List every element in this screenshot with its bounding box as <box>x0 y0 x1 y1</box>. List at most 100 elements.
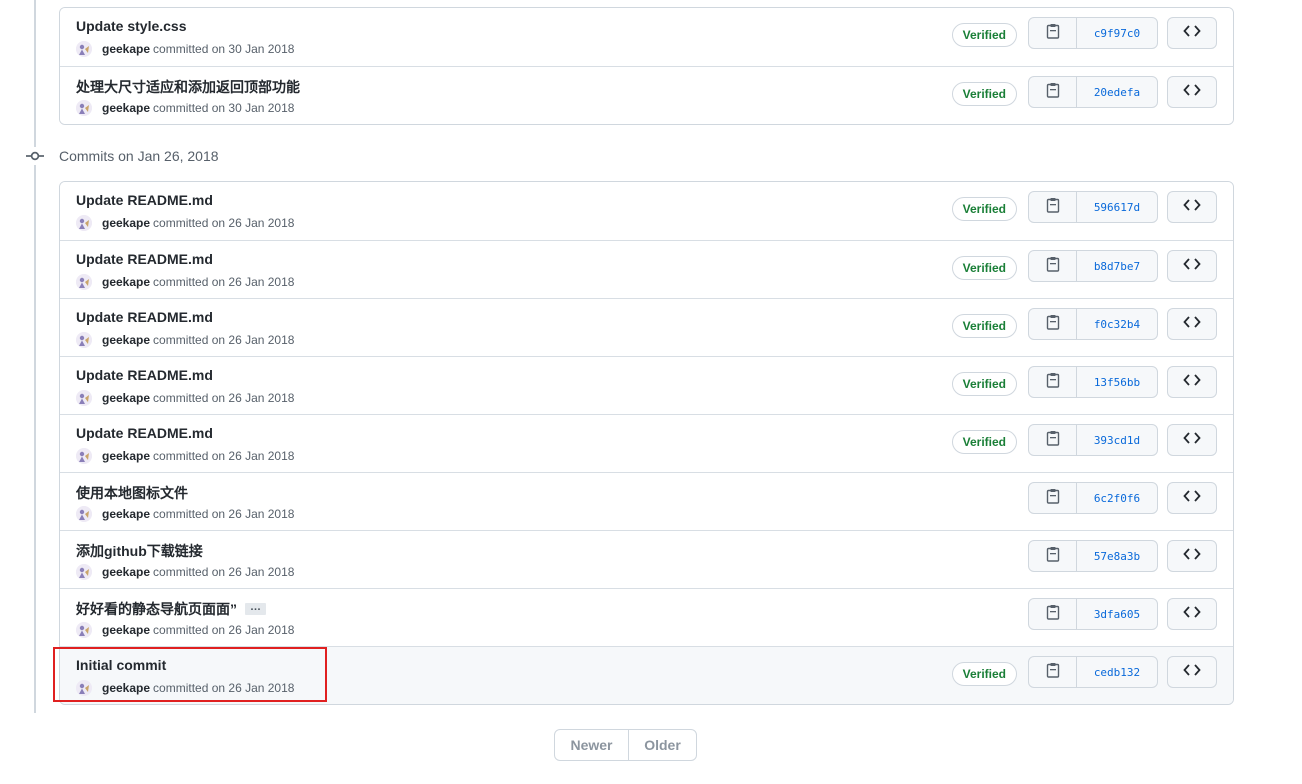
browse-repo-button[interactable] <box>1167 191 1217 223</box>
commit-sha-link[interactable]: 6c2f0f6 <box>1077 483 1157 513</box>
sha-button-group: f0c32b4 <box>1028 308 1158 340</box>
commit-author[interactable]: geekape <box>102 42 150 56</box>
avatar[interactable] <box>76 680 92 696</box>
browse-repo-button[interactable] <box>1167 540 1217 572</box>
verified-badge[interactable]: Verified <box>951 430 1017 454</box>
copy-sha-button[interactable] <box>1029 425 1077 455</box>
copy-sha-button[interactable] <box>1029 192 1077 222</box>
commit-meta: geekape committed on 26 Jan 2018 <box>76 564 294 580</box>
commit-sha-link[interactable]: 13f56bb <box>1077 367 1157 397</box>
commit-row: 使用本地图标文件 geekape committed on 26 Jan 201… <box>60 472 1233 530</box>
browse-repo-button[interactable] <box>1167 17 1217 49</box>
commit-sha-link[interactable]: 3dfa605 <box>1077 599 1157 629</box>
avatar[interactable] <box>76 100 92 116</box>
verified-badge[interactable]: Verified <box>951 256 1017 280</box>
commit-date: committed on 26 Jan 2018 <box>153 681 295 695</box>
verified-badge[interactable]: Verified <box>951 372 1017 396</box>
copy-sha-button[interactable] <box>1029 657 1077 687</box>
commit-meta: geekape committed on 26 Jan 2018 <box>76 448 294 464</box>
commit-author[interactable]: geekape <box>102 449 150 463</box>
browse-repo-button[interactable] <box>1167 250 1217 282</box>
commit-sha-link[interactable]: cedb132 <box>1077 657 1157 687</box>
avatar[interactable] <box>76 274 92 290</box>
commit-sha-link[interactable]: 20edefa <box>1077 77 1157 107</box>
commit-message-link[interactable]: Update README.md <box>76 192 213 208</box>
avatar[interactable] <box>76 448 92 464</box>
commit-message-link[interactable]: 处理大尺寸适应和添加返回顶部功能 <box>76 77 300 97</box>
newer-button[interactable]: Newer <box>555 730 629 760</box>
avatar[interactable] <box>76 622 92 638</box>
copy-sha-button[interactable] <box>1029 309 1077 339</box>
copy-sha-button[interactable] <box>1029 483 1077 513</box>
sha-button-group: 6c2f0f6 <box>1028 482 1158 514</box>
avatar[interactable] <box>76 506 92 522</box>
verified-badge[interactable]: Verified <box>951 82 1017 106</box>
commit-row: Update README.md geekape committed on 26… <box>60 298 1233 356</box>
browse-repo-button[interactable] <box>1167 308 1217 340</box>
commit-sha-link[interactable]: 57e8a3b <box>1077 541 1157 571</box>
clipboard-icon <box>1046 372 1060 393</box>
commit-author[interactable]: geekape <box>102 216 150 230</box>
commit-message-link[interactable]: Update README.md <box>76 309 213 325</box>
avatar[interactable] <box>76 564 92 580</box>
copy-sha-button[interactable] <box>1029 599 1077 629</box>
commit-date: committed on 26 Jan 2018 <box>153 507 295 521</box>
commit-row: Update README.md geekape committed on 26… <box>60 356 1233 414</box>
commit-message-link[interactable]: 好好看的静态导航页面面” <box>76 599 237 619</box>
commit-author[interactable]: geekape <box>102 275 150 289</box>
browse-repo-button[interactable] <box>1167 366 1217 398</box>
commit-author[interactable]: geekape <box>102 681 150 695</box>
avatar[interactable] <box>76 215 92 231</box>
commit-date: committed on 26 Jan 2018 <box>153 275 295 289</box>
verified-badge[interactable]: Verified <box>951 23 1017 47</box>
copy-sha-button[interactable] <box>1029 541 1077 571</box>
commit-sha-link[interactable]: f0c32b4 <box>1077 309 1157 339</box>
commit-row: Update style.css geekape committed on 30… <box>60 8 1233 66</box>
commit-title-row: 添加github下载链接 <box>76 541 203 561</box>
commit-message-link[interactable]: Update README.md <box>76 367 213 383</box>
older-button[interactable]: Older <box>629 730 696 760</box>
clipboard-icon <box>1046 82 1060 103</box>
commit-message-link[interactable]: Update README.md <box>76 425 213 441</box>
commit-sha-link[interactable]: 393cd1d <box>1077 425 1157 455</box>
sha-button-group: 3dfa605 <box>1028 598 1158 630</box>
copy-sha-button[interactable] <box>1029 18 1077 48</box>
browse-repo-button[interactable] <box>1167 76 1217 108</box>
browse-repo-button[interactable] <box>1167 598 1217 630</box>
commit-sha-link[interactable]: b8d7be7 <box>1077 251 1157 281</box>
commit-author[interactable]: geekape <box>102 391 150 405</box>
commit-author[interactable]: geekape <box>102 507 150 521</box>
verified-badge[interactable]: Verified <box>951 662 1017 686</box>
commit-row: Update README.md geekape committed on 26… <box>60 240 1233 298</box>
commit-author[interactable]: geekape <box>102 565 150 579</box>
commit-sha-link[interactable]: c9f97c0 <box>1077 18 1157 48</box>
copy-sha-button[interactable] <box>1029 77 1077 107</box>
code-icon <box>1183 83 1201 102</box>
browse-repo-button[interactable] <box>1167 424 1217 456</box>
code-icon <box>1183 257 1201 276</box>
expand-message-button[interactable]: … <box>245 602 266 615</box>
commit-message-link[interactable]: 添加github下载链接 <box>76 541 203 561</box>
code-icon <box>1183 373 1201 392</box>
browse-repo-button[interactable] <box>1167 482 1217 514</box>
code-icon <box>1183 198 1201 217</box>
copy-sha-button[interactable] <box>1029 251 1077 281</box>
browse-repo-button[interactable] <box>1167 656 1217 688</box>
commit-author[interactable]: geekape <box>102 333 150 347</box>
commit-author[interactable]: geekape <box>102 623 150 637</box>
commit-sha-link[interactable]: 596617d <box>1077 192 1157 222</box>
verified-badge[interactable]: Verified <box>951 197 1017 221</box>
clipboard-icon <box>1046 314 1060 335</box>
commit-author[interactable]: geekape <box>102 101 150 115</box>
commit-message-link[interactable]: Update README.md <box>76 251 213 267</box>
avatar[interactable] <box>76 390 92 406</box>
verified-badge[interactable]: Verified <box>951 314 1017 338</box>
commit-meta: geekape committed on 26 Jan 2018 <box>76 622 294 638</box>
commit-message-link[interactable]: 使用本地图标文件 <box>76 483 188 503</box>
clipboard-icon <box>1046 430 1060 451</box>
commit-message-link[interactable]: Initial commit <box>76 657 166 673</box>
copy-sha-button[interactable] <box>1029 367 1077 397</box>
avatar[interactable] <box>76 41 92 57</box>
commit-message-link[interactable]: Update style.css <box>76 18 187 34</box>
avatar[interactable] <box>76 332 92 348</box>
